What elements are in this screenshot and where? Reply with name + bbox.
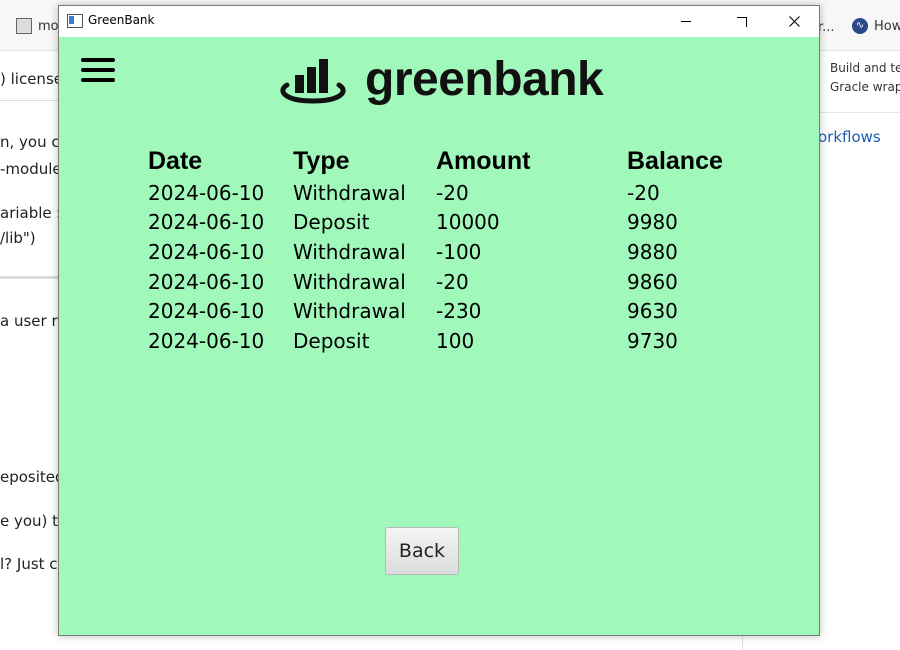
greenbank-logo: greenbank: [279, 53, 604, 106]
cell-date: 2024-06-10: [148, 299, 265, 324]
cell-amount: -20: [436, 269, 469, 294]
background-text: -module: [0, 160, 62, 178]
background-divider: [0, 100, 60, 101]
close-icon: [788, 16, 800, 27]
menu-bar-line: [81, 78, 115, 82]
cell-balance: 9980: [627, 210, 678, 235]
bank-bars-icon: [280, 59, 346, 104]
column-header-type: Type: [293, 147, 350, 175]
table-row: 2024-06-10 Deposit 10000 9980: [148, 208, 757, 238]
cell-type: Deposit: [293, 210, 370, 235]
table-row: 2024-06-10 Withdrawal -230 9630: [148, 296, 757, 326]
background-text: ariable $: [0, 204, 66, 222]
background-tab-left[interactable]: mo: [16, 18, 59, 34]
cell-type: Withdrawal: [293, 299, 406, 324]
cell-date: 2024-06-10: [148, 210, 265, 235]
background-text: a user r: [0, 312, 58, 330]
background-text: l? Just cl: [0, 555, 62, 573]
background-tab-left-label: mo: [38, 18, 59, 34]
column-header-balance: Balance: [627, 147, 723, 175]
column-header-amount: Amount: [436, 147, 531, 175]
background-tab-how[interactable]: ∿ How: [852, 18, 900, 34]
cell-date: 2024-06-10: [148, 328, 265, 353]
background-tab-how-label: How: [874, 18, 900, 34]
cell-amount: -100: [436, 239, 482, 264]
app-window-icon: [67, 14, 83, 28]
cell-date: 2024-06-10: [148, 239, 265, 264]
cell-balance: -20: [627, 180, 660, 205]
window-title: GreenBank: [88, 13, 155, 27]
table-row: 2024-06-10 Withdrawal -20 -20: [148, 178, 757, 208]
brand-name: greenbank: [365, 53, 604, 106]
background-text: Gracle wrap: [830, 80, 900, 94]
cell-amount: 10000: [436, 210, 500, 235]
app-window: GreenBank greenbank Date Type Amount Bal…: [58, 5, 820, 636]
app-content: greenbank Date Type Amount Balance 2024-…: [59, 37, 819, 635]
cell-balance: 9860: [627, 269, 678, 294]
globe-icon: ∿: [852, 18, 868, 34]
background-text: eposited: [0, 468, 65, 486]
back-button[interactable]: Back: [385, 527, 459, 575]
background-tab-right-label[interactable]: r...: [818, 20, 835, 35]
cell-balance: 9630: [627, 299, 678, 324]
cell-type: Withdrawal: [293, 180, 406, 205]
table-header-row: Date Type Amount Balance: [148, 145, 757, 178]
menu-bar-line: [81, 58, 115, 62]
cell-type: Withdrawal: [293, 239, 406, 264]
close-button[interactable]: [771, 6, 817, 37]
table-row: 2024-06-10 Withdrawal -20 9860: [148, 267, 757, 297]
background-text: Build and te: [830, 61, 900, 75]
table-row: 2024-06-10 Withdrawal -100 9880: [148, 237, 757, 267]
cell-balance: 9880: [627, 239, 678, 264]
background-divider: [0, 276, 60, 279]
hamburger-menu-icon[interactable]: [81, 58, 115, 84]
column-header-date: Date: [148, 147, 203, 175]
cell-amount: -20: [436, 180, 469, 205]
cell-amount: -230: [436, 299, 482, 324]
minimize-icon: [681, 21, 691, 22]
maximize-button[interactable]: [719, 6, 765, 37]
minimize-button[interactable]: [663, 6, 709, 37]
title-bar[interactable]: GreenBank: [59, 6, 819, 37]
cell-type: Deposit: [293, 328, 370, 353]
cell-date: 2024-06-10: [148, 180, 265, 205]
file-icon: [16, 18, 32, 34]
background-link-workflows[interactable]: orkflows: [818, 128, 881, 146]
background-text: ) license: [0, 70, 63, 88]
cell-date: 2024-06-10: [148, 269, 265, 294]
table-row: 2024-06-10 Deposit 100 9730: [148, 326, 757, 356]
maximize-icon: [737, 16, 747, 27]
cell-balance: 9730: [627, 328, 678, 353]
menu-bar-line: [81, 68, 115, 72]
transactions-table: Date Type Amount Balance 2024-06-10 With…: [148, 145, 757, 356]
cell-type: Withdrawal: [293, 269, 406, 294]
background-text: /lib"): [0, 229, 36, 247]
cell-amount: 100: [436, 328, 475, 353]
background-text: n, you c: [0, 133, 60, 151]
